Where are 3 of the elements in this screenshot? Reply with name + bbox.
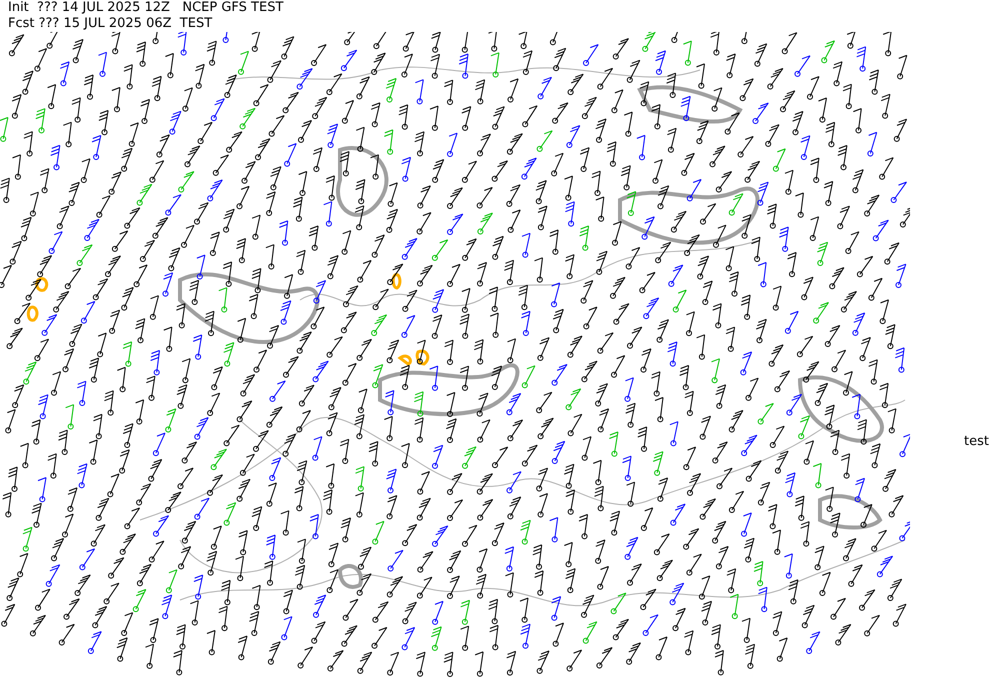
forecast-time-label: Fcst ??? 15 JUL 2025 06Z TEST	[8, 16, 214, 32]
test-label: test	[964, 433, 989, 451]
init-time-label: Init ??? 14 JUL 2025 12Z NCEP GFS TEST	[8, 0, 284, 16]
